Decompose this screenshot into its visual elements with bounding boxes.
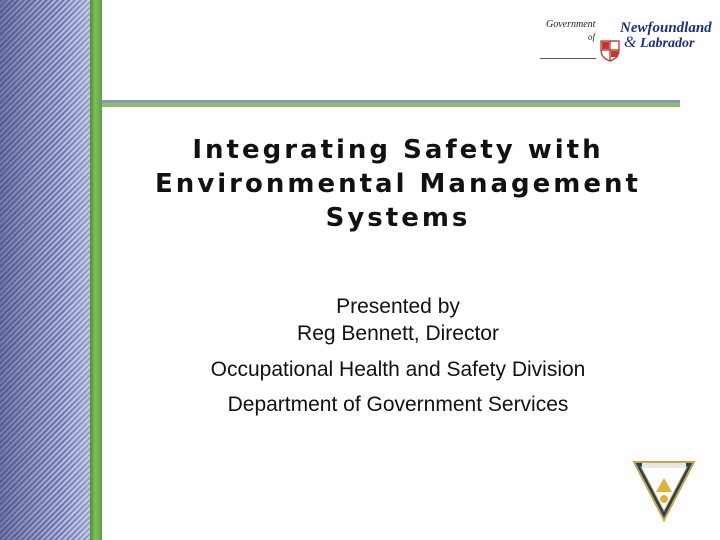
government-logo: Government of Newfoundland & Labrador: [538, 14, 714, 66]
logo-underline: [540, 58, 596, 59]
division-text: Occupational Health and Safety Division: [210, 358, 586, 381]
presented-by-text: Presented by: [336, 295, 460, 318]
logo-labrador-text: Labrador: [640, 36, 695, 51]
title-line-2: Environmental Management: [155, 169, 641, 199]
title-line-3: Systems: [325, 203, 471, 233]
title-line-1: Integrating Safety with: [192, 135, 604, 165]
logo-of-text: of: [588, 32, 596, 42]
safety-triangle-badge-icon: [632, 461, 696, 522]
slide-title: Integrating Safety with Environmental Ma…: [120, 133, 676, 235]
header-rule: [102, 100, 680, 107]
green-accent-bar: [90, 0, 102, 540]
logo-ampersand: &: [624, 34, 637, 51]
left-striped-panel: [0, 0, 90, 540]
department-text: Department of Government Services: [227, 393, 569, 416]
presenter-text: Reg Bennett, Director: [297, 322, 499, 345]
logo-government-text: Government: [546, 19, 596, 30]
provincial-shield-icon: [600, 40, 620, 62]
